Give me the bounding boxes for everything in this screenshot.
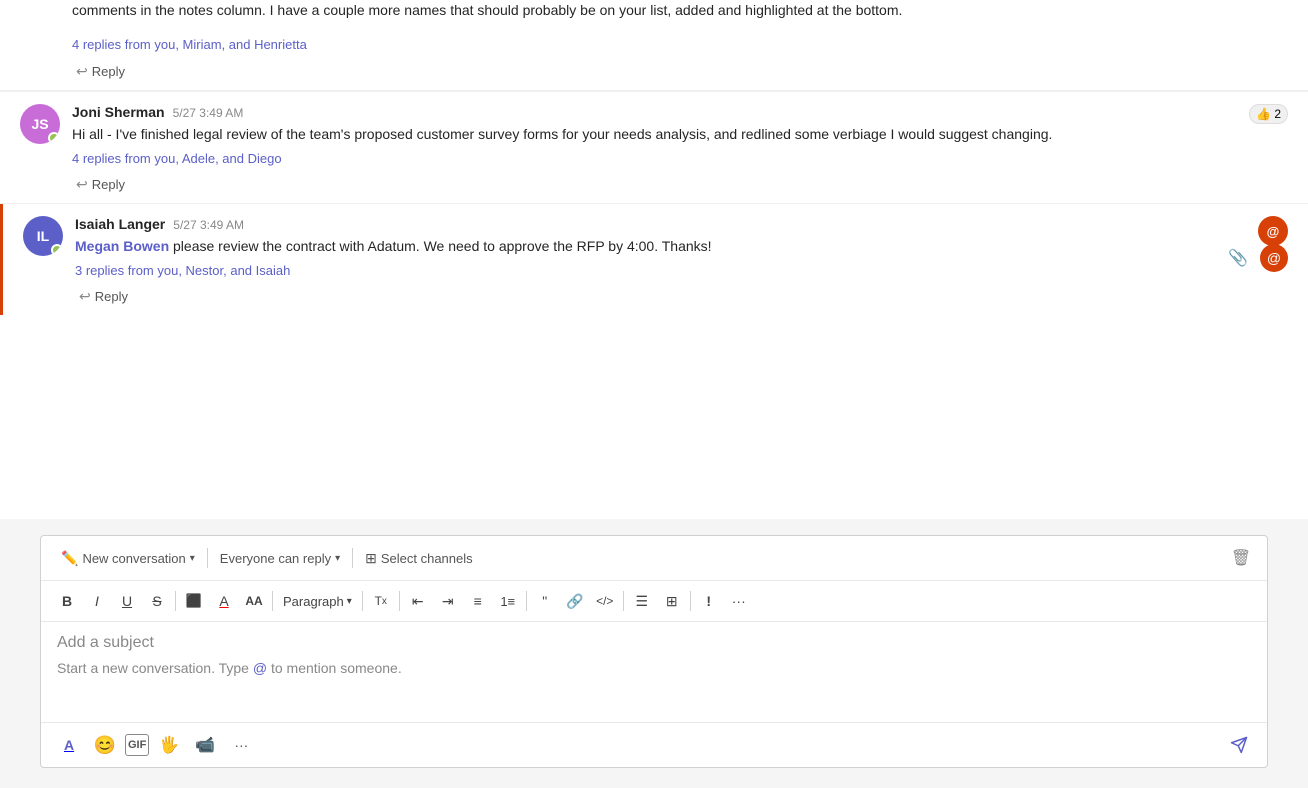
presence-joni <box>48 132 60 144</box>
replies-link-1[interactable]: 4 replies from you, Miriam, and Henriett… <box>72 35 307 55</box>
quote-button[interactable]: " <box>531 587 559 615</box>
video-clip-button[interactable]: 📹 <box>189 729 221 761</box>
fmt-sep-5 <box>526 591 527 611</box>
time-isaiah: 5/27 3:49 AM <box>173 218 244 232</box>
avatar-isaiah: IL <box>23 216 63 256</box>
table-button[interactable]: ⊞ <box>658 587 686 615</box>
fmt-sep-1 <box>175 591 176 611</box>
mention-isaiah[interactable]: Megan Bowen <box>75 238 169 254</box>
trash-button[interactable]: 🗑 <box>1227 544 1255 572</box>
reply-button-isaiah[interactable]: ↩ Reply <box>75 286 132 307</box>
compose-body[interactable]: Add a subject Start a new conversation. … <box>41 622 1267 722</box>
more-format-button[interactable]: ··· <box>725 587 753 615</box>
reaction-emoji-joni: 👍 <box>1256 107 1271 121</box>
compose-toolbar-right: 🗑 <box>1227 544 1255 572</box>
code-button[interactable]: </> <box>591 587 619 615</box>
at-icon-isaiah[interactable]: @ <box>1260 244 1288 272</box>
highlight-button[interactable]: ⬛ <box>180 587 208 615</box>
send-button[interactable] <box>1223 729 1255 761</box>
reply-icon-isaiah: ↩ <box>79 288 91 305</box>
edit-icon: ✏️ <box>61 550 78 567</box>
message-content-isaiah: Isaiah Langer 5/27 3:49 AM Megan Bowen p… <box>75 216 1288 307</box>
footer-right <box>1223 729 1255 761</box>
reaction-badge-joni[interactable]: 👍 2 <box>1249 104 1288 124</box>
increase-indent-button[interactable]: ⇥ <box>434 587 462 615</box>
compose-area: ✏️ New conversation ▾ Everyone can reply… <box>40 535 1268 768</box>
fmt-sep-6 <box>623 591 624 611</box>
message-text-isaiah: Megan Bowen please review the contract w… <box>75 236 1288 257</box>
italic-button[interactable]: I <box>83 587 111 615</box>
link-button[interactable]: 🔗 <box>561 587 589 615</box>
sticker-button[interactable]: 🖐 <box>153 729 185 761</box>
fmt-sep-3 <box>362 591 363 611</box>
reply-button-joni[interactable]: ↩ Reply <box>72 174 129 195</box>
message-block-isaiah: IL Isaiah Langer 5/27 3:49 AM Megan Bowe… <box>0 204 1308 315</box>
message-content-joni: Joni Sherman 5/27 3:49 AM Hi all - I've … <box>72 104 1288 195</box>
message-header-isaiah: Isaiah Langer 5/27 3:49 AM <box>75 216 1288 232</box>
avatar-joni: JS <box>20 104 60 144</box>
new-conversation-button[interactable]: ✏️ New conversation ▾ <box>53 546 203 571</box>
numbered-button[interactable]: 1≡ <box>494 587 522 615</box>
time-joni: 5/27 3:49 AM <box>173 106 244 120</box>
underline-button[interactable]: U <box>113 587 141 615</box>
partial-message-text: comments in the notes column. I have a c… <box>72 0 1288 29</box>
replies-link-isaiah[interactable]: 3 replies from you, Nestor, and Isaiah <box>75 263 290 278</box>
paragraph-select[interactable]: Paragraph ▾ <box>277 592 358 611</box>
subject-placeholder[interactable]: Add a subject <box>57 634 1251 652</box>
action-icons-isaiah: 📎 @ <box>1224 244 1288 272</box>
more-actions-button[interactable]: ··· <box>225 729 257 761</box>
reply-icon-1: ↩ <box>76 63 88 80</box>
paragraph-chevron: ▾ <box>347 596 352 607</box>
format-text-button[interactable]: A <box>53 729 85 761</box>
replies-link-joni[interactable]: 4 replies from you, Adele, and Diego <box>72 151 282 166</box>
author-joni: Joni Sherman <box>72 104 165 120</box>
align-button[interactable]: ☰ <box>628 587 656 615</box>
compose-wrapper: ✏️ New conversation ▾ Everyone can reply… <box>0 519 1308 788</box>
body-placeholder[interactable]: Start a new conversation. Type @ to ment… <box>57 660 1251 676</box>
select-channels-button[interactable]: ⊞ Select channels <box>357 546 481 571</box>
reaction-count-joni: 2 <box>1274 107 1281 121</box>
sep-1 <box>207 548 208 568</box>
mention-at[interactable]: @ <box>253 660 267 676</box>
bullets-button[interactable]: ≡ <box>464 587 492 615</box>
author-isaiah: Isaiah Langer <box>75 216 165 232</box>
fmt-sep-2 <box>272 591 273 611</box>
decrease-indent-button[interactable]: ⇤ <box>404 587 432 615</box>
gif-button[interactable]: GIF <box>125 734 149 756</box>
font-color-button[interactable]: A <box>210 587 238 615</box>
font-size-button[interactable]: AA <box>240 587 268 615</box>
fmt-sep-7 <box>690 591 691 611</box>
message-text-joni: Hi all - I've finished legal review of t… <box>72 124 1288 145</box>
compose-footer: A 😊 GIF 🖐 📹 ··· <box>41 722 1267 767</box>
presence-isaiah <box>51 244 63 256</box>
strikethrough-button[interactable]: S <box>143 587 171 615</box>
notification-icon-isaiah[interactable]: @ <box>1258 216 1288 246</box>
bold-button[interactable]: B <box>53 587 81 615</box>
attach-icon-isaiah[interactable]: 📎 <box>1224 244 1252 272</box>
message-block-joni: JS Joni Sherman 5/27 3:49 AM Hi all - I'… <box>0 92 1308 203</box>
clear-format-button[interactable]: Tx <box>367 587 395 615</box>
reply-button-1[interactable]: ↩ Reply <box>72 61 129 82</box>
new-conversation-chevron: ▾ <box>190 553 195 564</box>
fmt-sep-4 <box>399 591 400 611</box>
channels-icon: ⊞ <box>365 550 377 567</box>
everyone-reply-chevron: ▾ <box>335 553 340 564</box>
reply-icon-joni: ↩ <box>76 176 88 193</box>
important-button[interactable]: ! <box>695 587 723 615</box>
emoji-button[interactable]: 😊 <box>89 729 121 761</box>
message-header-joni: Joni Sherman 5/27 3:49 AM <box>72 104 1288 120</box>
formatting-toolbar: B I U S ⬛ A AA Paragraph ▾ Tx ⇤ ⇥ ≡ 1≡ "… <box>41 581 1267 622</box>
partial-message: comments in the notes column. I have a c… <box>0 0 1308 91</box>
compose-toolbar-top: ✏️ New conversation ▾ Everyone can reply… <box>41 536 1267 581</box>
sep-2 <box>352 548 353 568</box>
everyone-can-reply-button[interactable]: Everyone can reply ▾ <box>212 547 348 570</box>
